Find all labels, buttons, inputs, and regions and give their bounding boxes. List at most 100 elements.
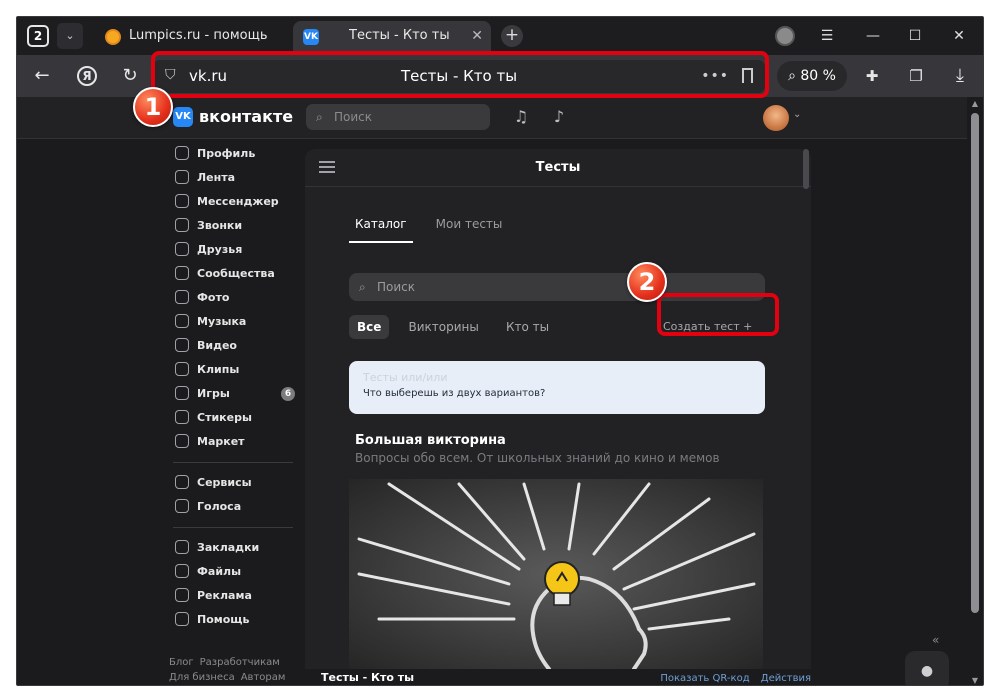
zoom-button[interactable]: ⌕ 80 % (777, 61, 847, 91)
tab-catalog[interactable]: Каталог (349, 217, 413, 243)
sidebar-item[interactable]: Видео (169, 334, 301, 358)
section-subtitle: Вопросы обо всем. От школьных знаний до … (355, 451, 720, 465)
vk-user-avatar[interactable] (763, 105, 789, 131)
search-icon: ⌕ (359, 280, 366, 294)
calls-icon (175, 218, 189, 232)
actions-link[interactable]: Действия (761, 673, 811, 684)
sidebar-item[interactable]: Музыка (169, 310, 301, 334)
chip-who-are-you[interactable]: Кто ты (498, 315, 557, 339)
more-icon[interactable]: ••• (701, 60, 729, 93)
sidebar-item-label: Фото (197, 291, 230, 304)
tab-lumpics[interactable]: Lumpics.ru - помощь с ком (95, 21, 291, 51)
sidebar-item[interactable]: Помощь (169, 608, 301, 632)
sidebar-item[interactable]: Клипы (169, 358, 301, 382)
downloads-icon[interactable]: ⤓ (947, 64, 973, 88)
create-test-label: Создать тест (663, 320, 740, 333)
yandex-icon[interactable]: Я (77, 66, 97, 86)
tab-counter-button[interactable]: 2 (27, 25, 49, 47)
sidebar-item[interactable]: Голоса (169, 495, 301, 519)
sidebar-divider (173, 527, 293, 528)
footer-link[interactable]: Блог (169, 657, 194, 668)
address-bar[interactable]: ⛉ vk.ru Тесты - Кто ты ••• (153, 60, 765, 93)
tab-my-tests[interactable]: Мои тесты (430, 217, 509, 241)
votes-icon (175, 499, 189, 513)
page-title: Тесты (535, 160, 581, 175)
sidebar-item-label: Лента (197, 171, 235, 184)
sidebar-item-label: Игры (197, 387, 230, 400)
footer-link[interactable]: Разработчикам (200, 657, 280, 668)
big-quiz-image[interactable] (349, 479, 763, 669)
sidebar-item[interactable]: Лента (169, 166, 301, 190)
extensions-icon[interactable]: ✚ (859, 64, 885, 88)
minimize-icon[interactable]: — (859, 23, 887, 49)
chip-quizzes[interactable]: Викторины (401, 315, 487, 339)
lumpics-favicon-icon (105, 29, 121, 45)
sidebar-item[interactable]: Закладки (169, 536, 301, 560)
photo-icon (175, 290, 189, 304)
new-tab-button[interactable]: + (501, 25, 523, 47)
tests-panel: Тесты Каталог Мои тесты ⌕ Поиск Все Викт… (305, 149, 811, 669)
bottom-bar-links: Показать QR-код Действия (652, 673, 811, 684)
sidebar-item[interactable]: Фото (169, 286, 301, 310)
either-or-banner[interactable]: Тесты или/или Что выберешь из двух вариа… (349, 361, 765, 414)
collections-icon[interactable]: ❐ (903, 64, 929, 88)
chevron-down-icon[interactable]: ⌄ (793, 109, 801, 120)
scrollbar-thumb[interactable] (971, 113, 979, 613)
sidebar-item[interactable]: Сообщества (169, 262, 301, 286)
create-test-button[interactable]: Создать тест + (663, 315, 752, 339)
sidebar-item[interactable]: Мессенджер (169, 190, 301, 214)
bookmark-icon[interactable] (742, 68, 753, 83)
close-tab-icon[interactable]: ✕ (471, 21, 483, 51)
browser-menu-icon[interactable]: ☰ (813, 23, 841, 49)
stickers-icon (175, 410, 189, 424)
page-scrollbar[interactable]: ▲ ▼ (969, 99, 981, 685)
footer-link[interactable]: Авторам (241, 672, 286, 683)
files-icon (175, 564, 189, 578)
sidebar-item-label: Друзья (197, 243, 243, 256)
sidebar-item[interactable]: Сервисы (169, 471, 301, 495)
scroll-up-icon[interactable]: ▲ (970, 99, 980, 108)
chat-icon[interactable]: ● (905, 651, 949, 685)
sidebar-item-label: Закладки (197, 541, 260, 554)
ads-icon (175, 588, 189, 602)
vk-favicon-icon: VK (303, 29, 319, 45)
video-icon (175, 338, 189, 352)
maximize-icon[interactable]: ☐ (901, 23, 929, 49)
messenger-icon (175, 194, 189, 208)
tests-search-input[interactable]: ⌕ Поиск (349, 273, 765, 301)
sidebar-item-label: Сообщества (197, 267, 275, 280)
vk-logo-icon[interactable]: VK (173, 107, 193, 127)
sidebar-item[interactable]: Реклама (169, 584, 301, 608)
sidebar-item[interactable]: Игры 6 (169, 382, 301, 406)
plus-icon: + (743, 320, 753, 333)
sidebar-item[interactable]: Файлы (169, 560, 301, 584)
sidebar-item-label: Помощь (197, 613, 250, 626)
reload-icon[interactable]: ↻ (117, 64, 143, 88)
tab-list-chevron-icon[interactable]: ⌄ (57, 23, 83, 49)
sidebar-item-label: Стикеры (197, 411, 252, 424)
profile-avatar-icon[interactable] (775, 26, 795, 46)
sidebar-item[interactable]: Профиль (169, 142, 301, 166)
scroll-down-icon[interactable]: ▼ (970, 676, 980, 685)
notifications-bell-icon[interactable]: ♫ (511, 107, 531, 127)
collapse-chevron-icon[interactable]: « (932, 633, 939, 647)
vk-sidebar: Профиль Лента Мессенджер Звонки Друзья Сообще… (169, 142, 301, 632)
footer-link[interactable]: Для бизнеса (169, 672, 235, 683)
panel-scrollbar[interactable] (803, 149, 809, 189)
sidebar-item[interactable]: Маркет (169, 430, 301, 454)
tab-vk-tests[interactable]: VK Тесты - Кто ты ✕ (293, 21, 491, 51)
vk-search-input[interactable]: ⌕ Поиск (306, 104, 490, 130)
search-icon: ⌕ (316, 110, 323, 124)
back-icon[interactable]: ← (29, 64, 55, 88)
sidebar-item[interactable]: Друзья (169, 238, 301, 262)
chip-all[interactable]: Все (349, 315, 390, 339)
help-icon (175, 612, 189, 626)
sidebar-item[interactable]: Стикеры (169, 406, 301, 430)
sidebar-item-label: Звонки (197, 219, 243, 232)
music-note-icon[interactable]: ♪ (549, 107, 569, 127)
show-qr-link[interactable]: Показать QR-код (660, 673, 749, 684)
filter-chips: Все Викторины Кто ты (349, 315, 563, 339)
close-window-icon[interactable]: ✕ (945, 23, 973, 49)
vk-brand[interactable]: вконтакте (199, 97, 293, 137)
sidebar-item[interactable]: Звонки (169, 214, 301, 238)
